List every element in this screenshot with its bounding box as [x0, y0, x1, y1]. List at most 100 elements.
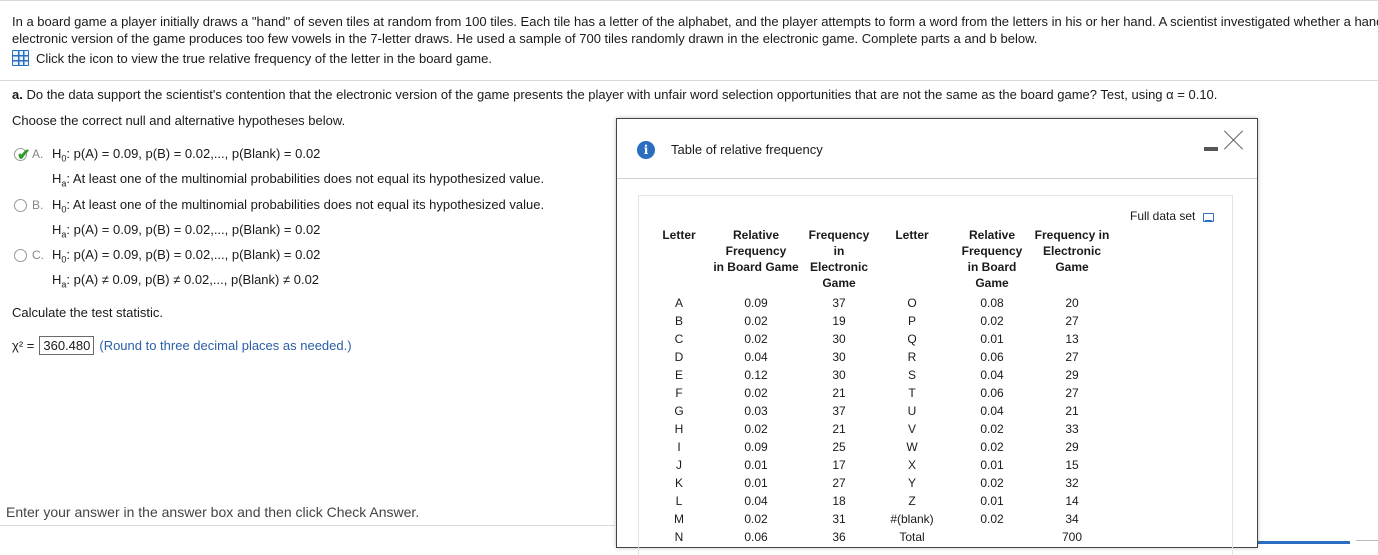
checkmark-icon: ✔ [17, 147, 31, 164]
table-cell: 30 [832, 368, 846, 382]
part-a-marker: a. [12, 87, 23, 102]
table-cell: 0.02 [980, 440, 1004, 454]
table-cell: X [907, 458, 916, 472]
table-cell: 0.04 [744, 494, 768, 508]
table-cell: N [674, 530, 684, 544]
table-row: F 0.02 21 T 0.06 27 [651, 384, 1111, 402]
table-cell: #(blank) [890, 512, 934, 526]
header-frequency-electronic-2: Frequency in Electronic Game [1034, 228, 1110, 274]
table-cell: 0.01 [980, 458, 1004, 472]
table-cell: V [907, 422, 916, 436]
table-cell: 0.02 [744, 422, 768, 436]
option-a[interactable]: ✔ A. H0: p(A) = 0.09, p(B) = 0.02,..., p… [14, 146, 544, 193]
header-letter-2: Letter [895, 228, 929, 242]
option-a-radio[interactable]: ✔ [14, 147, 30, 164]
table-cell: 0.02 [980, 422, 1004, 436]
table-row: N 0.06 36 Total 700 [651, 528, 1111, 546]
table-cell: 32 [1065, 476, 1079, 490]
bottom-right-edge [1356, 540, 1378, 541]
table-cell: H [674, 422, 684, 436]
chi-square-label: χ² = [12, 338, 35, 353]
table-cell: U [907, 404, 917, 418]
close-icon[interactable] [1223, 129, 1245, 151]
dialog-header-separator [617, 178, 1257, 179]
table-cell: K [674, 476, 683, 490]
table-row: M 0.02 31 #(blank) 0.02 34 [651, 510, 1111, 528]
table-row: C 0.02 30 Q 0.01 13 [651, 330, 1111, 348]
table-cell: T [908, 386, 916, 400]
test-statistic-answer-box[interactable]: 360.480 [39, 336, 95, 355]
table-cell: 0.02 [744, 332, 768, 346]
option-c-letter: C. [32, 248, 44, 262]
choose-hypotheses-label: Choose the correct null and alternative … [12, 113, 346, 128]
table-cell: 21 [1065, 404, 1079, 418]
table-cell: 0.03 [744, 404, 768, 418]
info-icon: i [637, 141, 655, 159]
table-cell: 14 [1065, 494, 1079, 508]
minimize-button[interactable] [1204, 147, 1218, 151]
option-a-letter: A. [32, 147, 44, 161]
table-cell: 15 [1065, 458, 1079, 472]
table-row: G 0.03 37 U 0.04 21 [651, 402, 1111, 420]
table-cell: 0.01 [744, 458, 768, 472]
top-border [0, 0, 1378, 1]
option-c-alt: Ha: p(A) ≠ 0.09, p(B) ≠ 0.02,..., p(Blan… [52, 271, 320, 290]
table-cell: 21 [832, 422, 846, 436]
table-cell: I [677, 440, 681, 454]
view-data-link[interactable]: Click the icon to view the true relative… [12, 50, 492, 66]
table-cell: 0.09 [744, 440, 768, 454]
table-cell: 0.02 [744, 386, 768, 400]
option-b-alt: Ha: p(A) = 0.09, p(B) = 0.02,..., p(Blan… [52, 221, 321, 240]
table-cell: A [674, 296, 683, 310]
problem-intro: In a board game a player initially draws… [12, 13, 1378, 47]
table-cell: 0.02 [744, 512, 768, 526]
table-grid-icon[interactable] [12, 50, 29, 66]
table-cell: 25 [832, 440, 846, 454]
header-relative-frequency-board-2: Relative Frequency in Board Game [961, 228, 1023, 290]
table-row: I 0.09 25 W 0.02 29 [651, 438, 1111, 456]
table-cell: E [674, 368, 683, 382]
table-cell: 31 [832, 512, 846, 526]
intro-line-1: In a board game a player initially draws… [12, 14, 1378, 29]
option-b[interactable]: B. H0: At least one of the multinomial p… [14, 197, 544, 244]
copy-icon[interactable] [1203, 212, 1215, 222]
table-row: J 0.01 17 X 0.01 15 [651, 456, 1111, 474]
table-cell: 0.12 [744, 368, 768, 382]
table-cell: 700 [1061, 530, 1083, 544]
table-cell: 13 [1065, 332, 1079, 346]
table-cell: 0.01 [980, 494, 1004, 508]
option-c[interactable]: C. H0: p(A) = 0.09, p(B) = 0.02,..., p(B… [14, 247, 320, 294]
table-row: L 0.04 18 Z 0.01 14 [651, 492, 1111, 510]
table-cell: 37 [832, 296, 846, 310]
header-relative-frequency-board: Relative Frequency in Board Game [713, 228, 799, 274]
table-row: H 0.02 21 V 0.02 33 [651, 420, 1111, 438]
table-cell: 0.02 [980, 512, 1004, 526]
part-a-text: Do the data support the scientist's cont… [26, 87, 1218, 102]
table-cell: 33 [1065, 422, 1079, 436]
table-cell: 0.08 [980, 296, 1004, 310]
option-b-radio[interactable] [14, 199, 27, 212]
table-cell: 0.02 [980, 476, 1004, 490]
table-row: B 0.02 19 P 0.02 27 [651, 312, 1111, 330]
table-cell: 0.09 [744, 296, 768, 310]
table-cell: 29 [1065, 368, 1079, 382]
header-frequency-electronic: Frequency in Electronic Game [808, 228, 870, 290]
option-c-radio[interactable] [14, 249, 27, 262]
table-cell: 20 [1065, 296, 1079, 310]
table-cell: 18 [832, 494, 846, 508]
option-a-null: H0: p(A) = 0.09, p(B) = 0.02,..., p(Blan… [52, 146, 321, 164]
table-cell: 27 [1065, 386, 1079, 400]
table-cell: 30 [832, 350, 846, 364]
table-cell: J [676, 458, 682, 472]
table-cell: 17 [832, 458, 846, 472]
table-cell: 29 [1065, 440, 1079, 454]
calc-label: Calculate the test statistic. [12, 305, 164, 320]
table-row: D 0.04 30 R 0.06 27 [651, 348, 1111, 366]
table-cell: S [907, 368, 916, 382]
option-b-null: H0: At least one of the multinomial prob… [52, 197, 545, 215]
dialog-header[interactable]: i Table of relative frequency [617, 119, 1257, 179]
full-data-set-link[interactable]: Full data set [1130, 209, 1215, 223]
intro-line-2: electronic version of the game produces … [12, 31, 1038, 46]
table-cell: P [907, 314, 916, 328]
table-cell: 27 [1065, 314, 1079, 328]
